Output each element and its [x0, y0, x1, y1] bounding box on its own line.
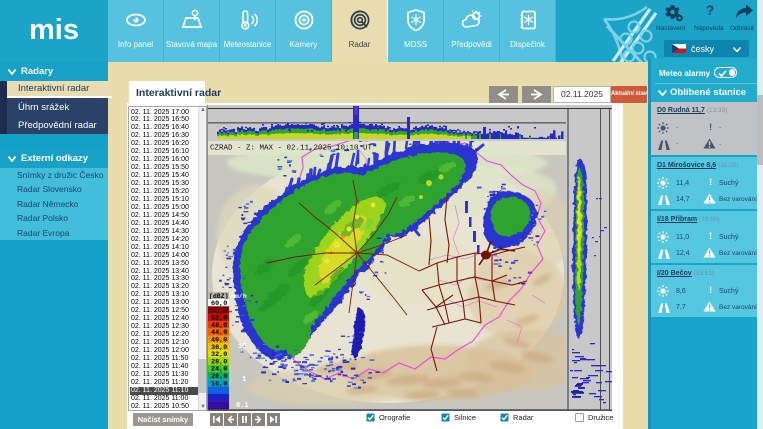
svg-text:1: 1 [242, 376, 246, 384]
svg-text:[dBZ]: [dBZ] [209, 293, 229, 300]
svg-text:mm/h: mm/h [231, 293, 247, 300]
svg-text:CZRAD - Z: MAX - 02.11.2025 10: CZRAD - Z: MAX - 02.11.2025 10:10 UT [210, 145, 373, 153]
svg-text:0.1: 0.1 [236, 402, 249, 410]
svg-text:10: 10 [238, 343, 246, 351]
